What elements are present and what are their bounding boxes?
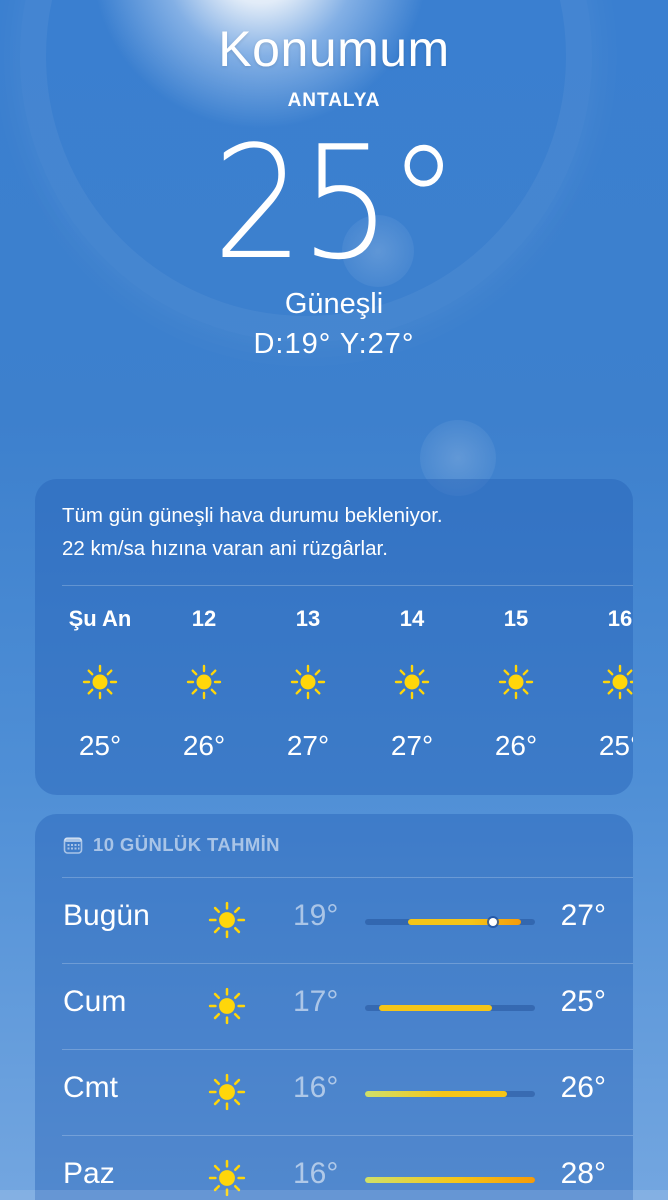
city-name: ANTALYA [287,90,381,111]
sun-icon [394,664,430,700]
daily-forecast-header: 10 GÜNLÜK TAHMİN [63,834,280,856]
hour-temperature: 26° [182,730,226,761]
calendar-icon [63,837,83,854]
daily-row[interactable]: Cmt 16° 26° [35,1049,633,1135]
high-low-text: D:19° Y:27° [253,328,415,360]
summary-line: 22 km/sa hızına varan ani rüzgârlar. [62,537,388,560]
temperature-range-bar [365,918,535,926]
hour-label: 16 [607,606,633,631]
temperature-range-fill [365,1091,507,1097]
sun-icon [82,664,118,700]
sun-icon [208,987,246,1025]
low-temperature: 16° [293,1157,339,1190]
temperature-range-fill [407,919,521,925]
hour-label: 14 [399,606,425,631]
sun-icon [498,664,534,700]
temperature-range-fill [379,1005,493,1011]
current-temperature: 25° [0,118,668,288]
high-temperature: 28° [560,1157,606,1190]
forecast-summary: Tüm gün güneşli hava durumu bekleniyor. … [62,499,602,565]
hour-temperature: 25° [78,730,122,761]
daily-forecast-title: 10 GÜNLÜK TAHMİN [93,834,280,855]
high-temperature: 26° [560,1071,606,1104]
hour-temperature: 27° [390,730,434,761]
weather-screen: Konumum ANTALYA 25° Güneşli D:19° Y:27° … [0,0,668,1200]
low-temperature: 19° [293,899,339,932]
sun-icon [208,1073,246,1111]
sun-icon [208,901,246,939]
sun-icon [186,664,222,700]
current-temperature-dot [488,918,497,926]
hourly-scroller[interactable]: Şu An 25° 12 26° 13 27° 14 27° 15 26° 16 25° [55,584,633,784]
bottom-bar [0,1190,668,1200]
low-temperature: 16° [293,1071,339,1104]
temperature-range-bar [365,1177,535,1183]
temperature-range-bar [365,1005,535,1011]
hour-label: Şu An [68,606,132,631]
sun-icon [602,664,633,700]
day-label: Cmt [63,1071,118,1104]
daily-row[interactable]: Bugün 19° 27° [35,877,633,963]
hour-temperature: 26° [494,730,538,761]
daily-row[interactable]: Cum 17° 25° [35,963,633,1049]
sun-icon [290,664,326,700]
hour-label: 15 [503,606,529,631]
current-temperature-value: 25° [212,112,459,294]
hour-temperature: 27° [286,730,330,761]
day-label: Bugün [63,899,150,932]
daily-forecast-card[interactable]: 10 GÜNLÜK TAHMİN Bugün 19° 27° Cum 17° 25° Cmt… [35,814,633,1200]
low-temperature: 17° [293,985,339,1018]
high-temperature: 25° [560,985,606,1018]
hour-label: 12 [191,606,217,631]
hourly-forecast-card[interactable]: Tüm gün güneşli hava durumu bekleniyor. … [35,479,633,795]
condition-text: Güneşli [284,288,384,320]
location-title: Konumum [218,21,450,77]
day-label: Cum [63,985,127,1018]
high-temperature: 27° [560,899,606,932]
summary-line: Tüm gün güneşli hava durumu bekleniyor. [62,504,443,527]
temperature-range-fill [365,1177,535,1183]
temperature-range-bar [365,1091,535,1097]
hour-temperature: 25° [598,730,633,761]
hour-label: 13 [295,606,321,631]
day-label: Paz [63,1157,115,1190]
